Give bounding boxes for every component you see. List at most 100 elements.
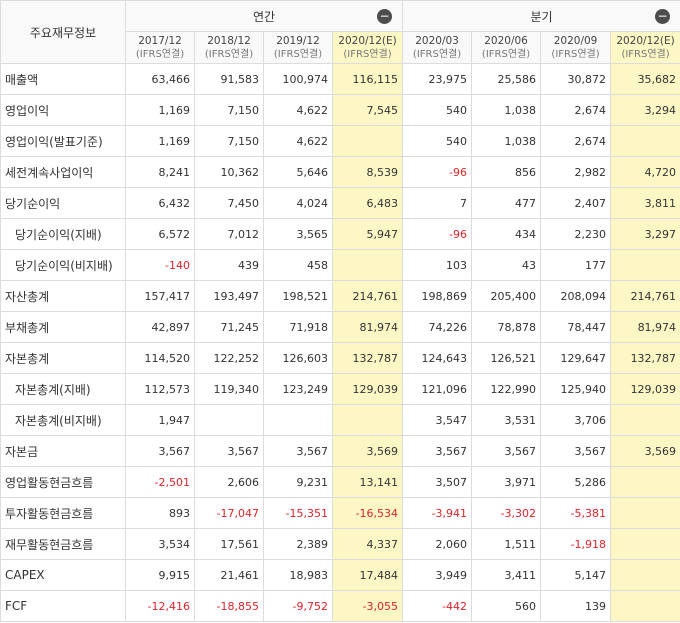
table-cell: 3,534 [125, 528, 195, 560]
table-cell: 13,141 [331, 466, 404, 498]
annual-collapse-icon[interactable]: − [377, 9, 393, 24]
table-cell [610, 528, 680, 560]
table-cell: 4,622 [263, 94, 333, 126]
table-cell: 10,362 [194, 156, 264, 188]
table-cell: 205,400 [471, 280, 542, 312]
table-cell: 114,520 [125, 342, 195, 374]
table-cell: 3,567 [402, 435, 473, 467]
table-row: 당기순이익(비지배) -140 439 458 103 43 177 [0, 249, 680, 281]
table-cell: 3,547 [402, 404, 473, 436]
table-cell: 35,682 [610, 63, 680, 95]
table-cell: 3,567 [540, 435, 612, 467]
table-cell: 4,337 [331, 528, 404, 560]
row-label[interactable]: 자본금 [0, 435, 126, 467]
row-label[interactable]: 자산총계 [0, 280, 126, 312]
table-cell: 856 [471, 156, 542, 188]
table-cell: 2,389 [263, 528, 333, 560]
table-row: 투자활동현금흐름 893 -17,047 -15,351 -16,534 -3,941 -3… [0, 497, 680, 529]
row-label[interactable]: 매출액 [0, 63, 126, 95]
table-cell: 9,231 [263, 466, 333, 498]
table-cell: -5,381 [540, 497, 612, 529]
period-basis: (IFRS연결) [135, 48, 185, 60]
table-cell: -12,416 [125, 590, 195, 622]
table-row: 자본금 3,567 3,567 3,567 3,569 3,567 3,567 3,567 3,… [0, 435, 680, 467]
table-cell [610, 466, 680, 498]
table-cell: 124,643 [402, 342, 473, 374]
table-cell: 198,521 [263, 280, 333, 312]
table-row: 영업활동현금흐름 -2,501 2,606 9,231 13,141 3,507 3,971… [0, 466, 680, 498]
table-cell: 198,869 [402, 280, 473, 312]
table-cell: 3,567 [194, 435, 264, 467]
period-label: 2020/03 [415, 34, 459, 47]
financial-summary-table: 주요재무정보 연간 − 분기 − 2017/12 (IFRS연결) 2018/12(… [0, 0, 680, 622]
row-label[interactable]: 투자활동현금흐름 [0, 497, 126, 529]
table-cell [331, 249, 404, 281]
table-cell: 18,983 [263, 559, 333, 591]
table-cell: 1,511 [471, 528, 542, 560]
table-cell [331, 125, 404, 157]
row-label[interactable]: 영업이익 [0, 94, 126, 126]
row-label[interactable]: 세전계속사업이익 [0, 156, 126, 188]
table-cell: 6,572 [125, 218, 195, 250]
table-cell: 7,545 [331, 94, 404, 126]
table-row: 영업이익(발표기준) 1,169 7,150 4,622 540 1,038 2,674 [0, 125, 680, 157]
table-cell: 129,039 [331, 373, 404, 405]
period-basis: (IFRS연결) [273, 48, 323, 60]
table-cell: 6,483 [331, 187, 404, 219]
table-cell: 3,567 [125, 435, 195, 467]
table-cell: -96 [402, 218, 473, 250]
table-cell: 132,787 [331, 342, 404, 374]
table-row: 재무활동현금흐름 3,534 17,561 2,389 4,337 2,060 1,511-… [0, 528, 680, 560]
annual-label: 연간 [252, 9, 276, 24]
row-label[interactable]: 자본총계(지배) [0, 373, 126, 405]
table-cell: 2,230 [540, 218, 612, 250]
table-cell: 2,606 [194, 466, 264, 498]
table-row: 영업이익 1,169 7,150 4,622 7,545 540 1,038 2,674 3,2… [0, 94, 680, 126]
table-cell: -3,302 [471, 497, 542, 529]
row-label[interactable]: 당기순이익(비지배) [0, 249, 126, 281]
period-basis: (IFRS연결) [204, 48, 254, 60]
table-cell: 3,294 [610, 94, 680, 126]
table-cell: 7 [402, 187, 473, 219]
period-header: 2020/12(E) (IFRS연결) [331, 31, 404, 64]
table-cell: 3,531 [471, 404, 542, 436]
table-cell: 8,539 [331, 156, 404, 188]
table-cell: 7,150 [194, 125, 264, 157]
row-label[interactable]: 당기순이익(지배) [0, 218, 126, 250]
table-cell: 8,241 [125, 156, 195, 188]
table-cell: 5,286 [540, 466, 612, 498]
period-header: 2020/06 (IFRS연결) [471, 31, 542, 64]
table-cell: 3,297 [610, 218, 680, 250]
table-cell: 129,039 [610, 373, 680, 405]
period-header: 2020/09 (IFRS연결) [540, 31, 612, 64]
table-cell: 103 [402, 249, 473, 281]
quarter-collapse-icon[interactable]: − [655, 9, 671, 24]
row-label[interactable]: FCF [0, 590, 126, 622]
table-cell: 3,507 [402, 466, 473, 498]
table-row: CAPEX 9,915 21,461 18,983 17,484 3,949 3,411 5,… [0, 559, 680, 591]
period-label: 2020/12(E) [616, 34, 675, 47]
table-cell: 126,521 [471, 342, 542, 374]
table-cell [194, 404, 264, 436]
table-cell: 81,974 [610, 311, 680, 343]
row-label[interactable]: 부채총계 [0, 311, 126, 343]
row-label[interactable]: CAPEX [0, 559, 126, 591]
table-row: 자본총계 114,520 122,252 126,603 132,787 124,643 1… [0, 342, 680, 374]
row-label[interactable]: 영업활동현금흐름 [0, 466, 126, 498]
table-cell: 71,918 [263, 311, 333, 343]
table-row: 매출액 63,466 91,583 100,974 116,115 23,975 25,58… [0, 63, 680, 95]
table-cell: 122,252 [194, 342, 264, 374]
row-label[interactable]: 영업이익(발표기준) [0, 125, 126, 157]
table-cell: 119,340 [194, 373, 264, 405]
table-cell: 1,038 [471, 125, 542, 157]
row-label[interactable]: 재무활동현금흐름 [0, 528, 126, 560]
table-cell: -2,501 [125, 466, 195, 498]
row-label[interactable]: 자본총계 [0, 342, 126, 374]
row-label[interactable]: 당기순이익 [0, 187, 126, 219]
table-cell: 177 [540, 249, 612, 281]
table-cell: 3,411 [471, 559, 542, 591]
table-cell: -15,351 [263, 497, 333, 529]
table-cell [610, 559, 680, 591]
row-label[interactable]: 자본총계(비지배) [0, 404, 126, 436]
table-cell: 1,169 [125, 94, 195, 126]
